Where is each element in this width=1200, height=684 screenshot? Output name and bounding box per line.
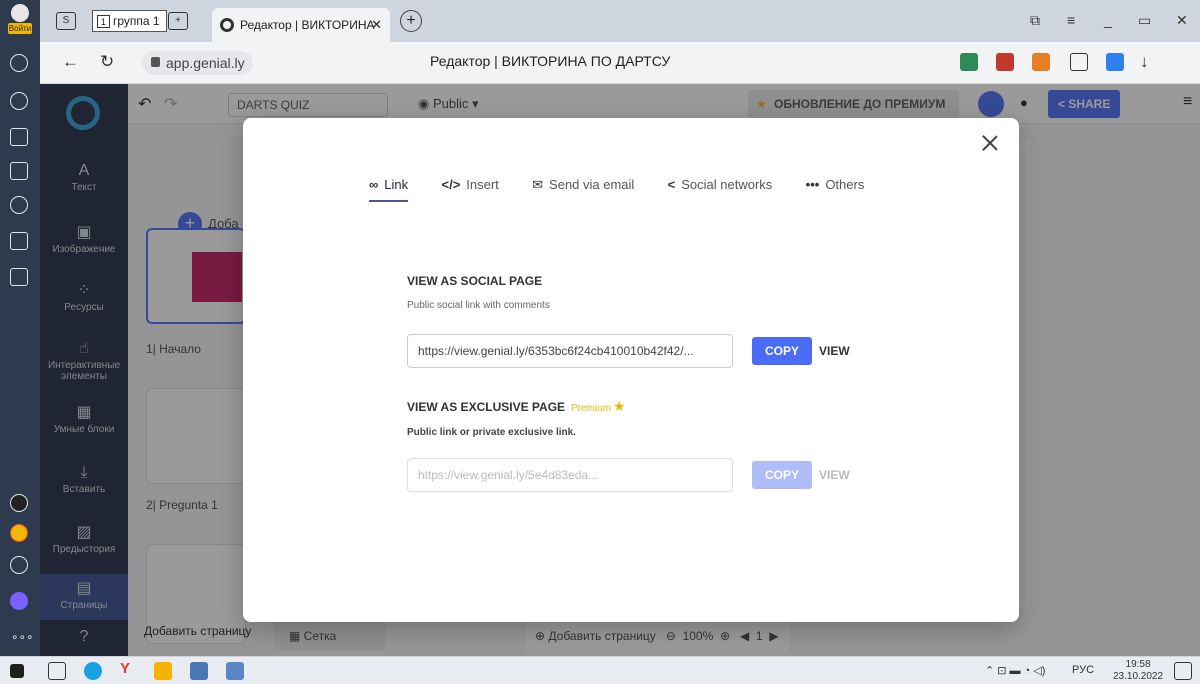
browser-profile-area: Войти xyxy=(0,0,40,42)
view-link-disabled: VIEW xyxy=(819,468,850,482)
extension-icon[interactable] xyxy=(1032,53,1050,71)
address-bar-row: ← ↻ app.genial.ly Редактор | ВИКТОРИНА П… xyxy=(40,42,1200,84)
crown-star-icon: ★ xyxy=(613,398,626,414)
mail-icon: ✉ xyxy=(532,177,544,192)
menu-icon[interactable]: ≡ xyxy=(1067,12,1075,28)
language-indicator[interactable]: РУС xyxy=(1072,664,1094,676)
reload-icon[interactable]: ↻ xyxy=(100,52,114,72)
tab-others[interactable]: ••• Others xyxy=(806,176,865,202)
tab-label: Insert xyxy=(466,177,499,192)
tab-active[interactable]: Редактор | ВИКТОРИНА ✕ xyxy=(212,8,390,42)
tab-link[interactable]: ∞ Link xyxy=(369,176,409,202)
extension-icon[interactable] xyxy=(1106,53,1124,71)
extension-icon[interactable] xyxy=(1070,53,1088,71)
tab-label: Send via email xyxy=(549,177,635,192)
tab-social[interactable]: < Social networks xyxy=(668,176,773,202)
app-icon[interactable] xyxy=(226,662,244,680)
avatar-icon xyxy=(11,4,29,22)
star-icon[interactable] xyxy=(10,128,28,146)
yandex-icon[interactable]: Y xyxy=(120,660,138,678)
premium-badge: Premium xyxy=(571,403,612,414)
group-label: группа 1 xyxy=(113,14,160,28)
group-number: 1 xyxy=(97,15,110,28)
tab-insert[interactable]: </> Insert xyxy=(441,176,498,202)
tab-group[interactable]: 1 группа 1 xyxy=(92,10,167,32)
app-icon[interactable] xyxy=(190,662,208,680)
genially-favicon-icon xyxy=(220,18,234,32)
back-icon[interactable]: ← xyxy=(62,52,79,72)
extension-icon[interactable] xyxy=(996,53,1014,71)
exclusive-url-field: https://view.genial.ly/5e4d83eda... xyxy=(407,458,733,492)
clock-icon[interactable] xyxy=(10,92,28,110)
tab-label: Others xyxy=(825,177,865,192)
tab-label: Link xyxy=(384,177,409,192)
social-description: Public social link with comments xyxy=(407,300,550,311)
task-view-icon[interactable] xyxy=(48,662,66,680)
browser-tab-strip: Войти S 1 группа 1 + Редактор | ВИКТОРИНА… xyxy=(0,0,1200,42)
share-icon: < xyxy=(667,177,676,192)
page-title: Редактор | ВИКТОРИНА ПО ДАРТСУ xyxy=(430,53,671,69)
browser-sidebar: ∘∘∘ xyxy=(0,42,40,656)
copy-button[interactable]: COPY xyxy=(752,337,812,365)
more-icon: ••• xyxy=(805,177,820,192)
close-icon[interactable] xyxy=(979,132,1001,154)
extension-icon[interactable] xyxy=(960,53,978,71)
code-icon: </> xyxy=(441,177,461,192)
start-icon[interactable] xyxy=(10,664,24,678)
download-icon[interactable]: ↓ xyxy=(1140,52,1149,72)
six-icon[interactable] xyxy=(10,232,28,250)
clock-time: 19:58 xyxy=(1125,659,1151,670)
notes-icon[interactable] xyxy=(10,162,28,180)
tab-title: Редактор | ВИКТОРИНА xyxy=(240,18,375,32)
play-icon[interactable] xyxy=(10,196,28,214)
restore-icon[interactable]: ▭ xyxy=(1138,12,1151,29)
new-tab-button[interactable]: + xyxy=(400,10,422,32)
camera-icon[interactable] xyxy=(10,268,28,286)
exclusive-description: Public link or private exclusive link. xyxy=(407,427,576,438)
social-url-field[interactable]: https://view.genial.ly/6353bc6f24cb41001… xyxy=(407,334,733,368)
login-label: Войти xyxy=(8,23,32,34)
alice-icon[interactable] xyxy=(10,494,28,512)
new-group-icon[interactable]: + xyxy=(168,12,188,30)
assistant-icon[interactable] xyxy=(10,592,28,610)
bell-icon[interactable] xyxy=(10,54,28,72)
tab-label: Social networks xyxy=(681,177,773,192)
home-icon[interactable]: S xyxy=(56,12,76,30)
window-close-icon[interactable]: ✕ xyxy=(1176,12,1188,29)
more-icon[interactable]: ∘∘∘ xyxy=(11,630,34,644)
login-button[interactable]: Войти xyxy=(8,4,32,38)
add-icon[interactable] xyxy=(10,556,28,574)
tab-email[interactable]: ✉ Send via email xyxy=(532,176,634,202)
share-tabs: ∞ Link </> Insert ✉ Send via email < Social … xyxy=(369,176,894,206)
exclusive-title-row: VIEW AS EXCLUSIVE PAGE Premium ★ xyxy=(407,398,907,415)
url-field[interactable]: app.genial.ly xyxy=(142,51,253,75)
link-icon: ∞ xyxy=(369,177,379,192)
social-page-section: VIEW AS SOCIAL PAGE Public social link w… xyxy=(407,274,907,374)
app-icon[interactable] xyxy=(10,524,28,542)
collections-icon[interactable]: ⧉ xyxy=(1030,12,1040,29)
notifications-icon[interactable] xyxy=(1174,662,1192,680)
social-title: VIEW AS SOCIAL PAGE xyxy=(407,274,543,288)
exclusive-page-section: VIEW AS EXCLUSIVE PAGE Premium ★ Public li… xyxy=(407,398,907,498)
copy-button-disabled: COPY xyxy=(752,461,812,489)
explorer-icon[interactable] xyxy=(154,662,172,680)
exclusive-title: VIEW AS EXCLUSIVE PAGE xyxy=(407,400,566,414)
clock[interactable]: 19:58 23.10.2022 xyxy=(1113,659,1163,683)
tray-icons[interactable]: ⌃ ⊡ ▬ ◔ ◁) xyxy=(985,664,1045,677)
url-text: app.genial.ly xyxy=(166,55,245,71)
minimize-icon[interactable]: _ xyxy=(1104,12,1112,28)
share-modal: ∞ Link </> Insert ✉ Send via email < Social … xyxy=(243,118,1019,622)
close-tab-icon[interactable]: ✕ xyxy=(371,8,382,42)
view-link[interactable]: VIEW xyxy=(819,337,850,365)
lock-icon xyxy=(151,57,160,67)
edge-icon[interactable] xyxy=(84,662,102,680)
clock-date: 23.10.2022 xyxy=(1113,671,1164,682)
windows-taskbar: Y ⌃ ⊡ ▬ ◔ ◁) РУС 19:58 23.10.2022 xyxy=(0,656,1200,684)
